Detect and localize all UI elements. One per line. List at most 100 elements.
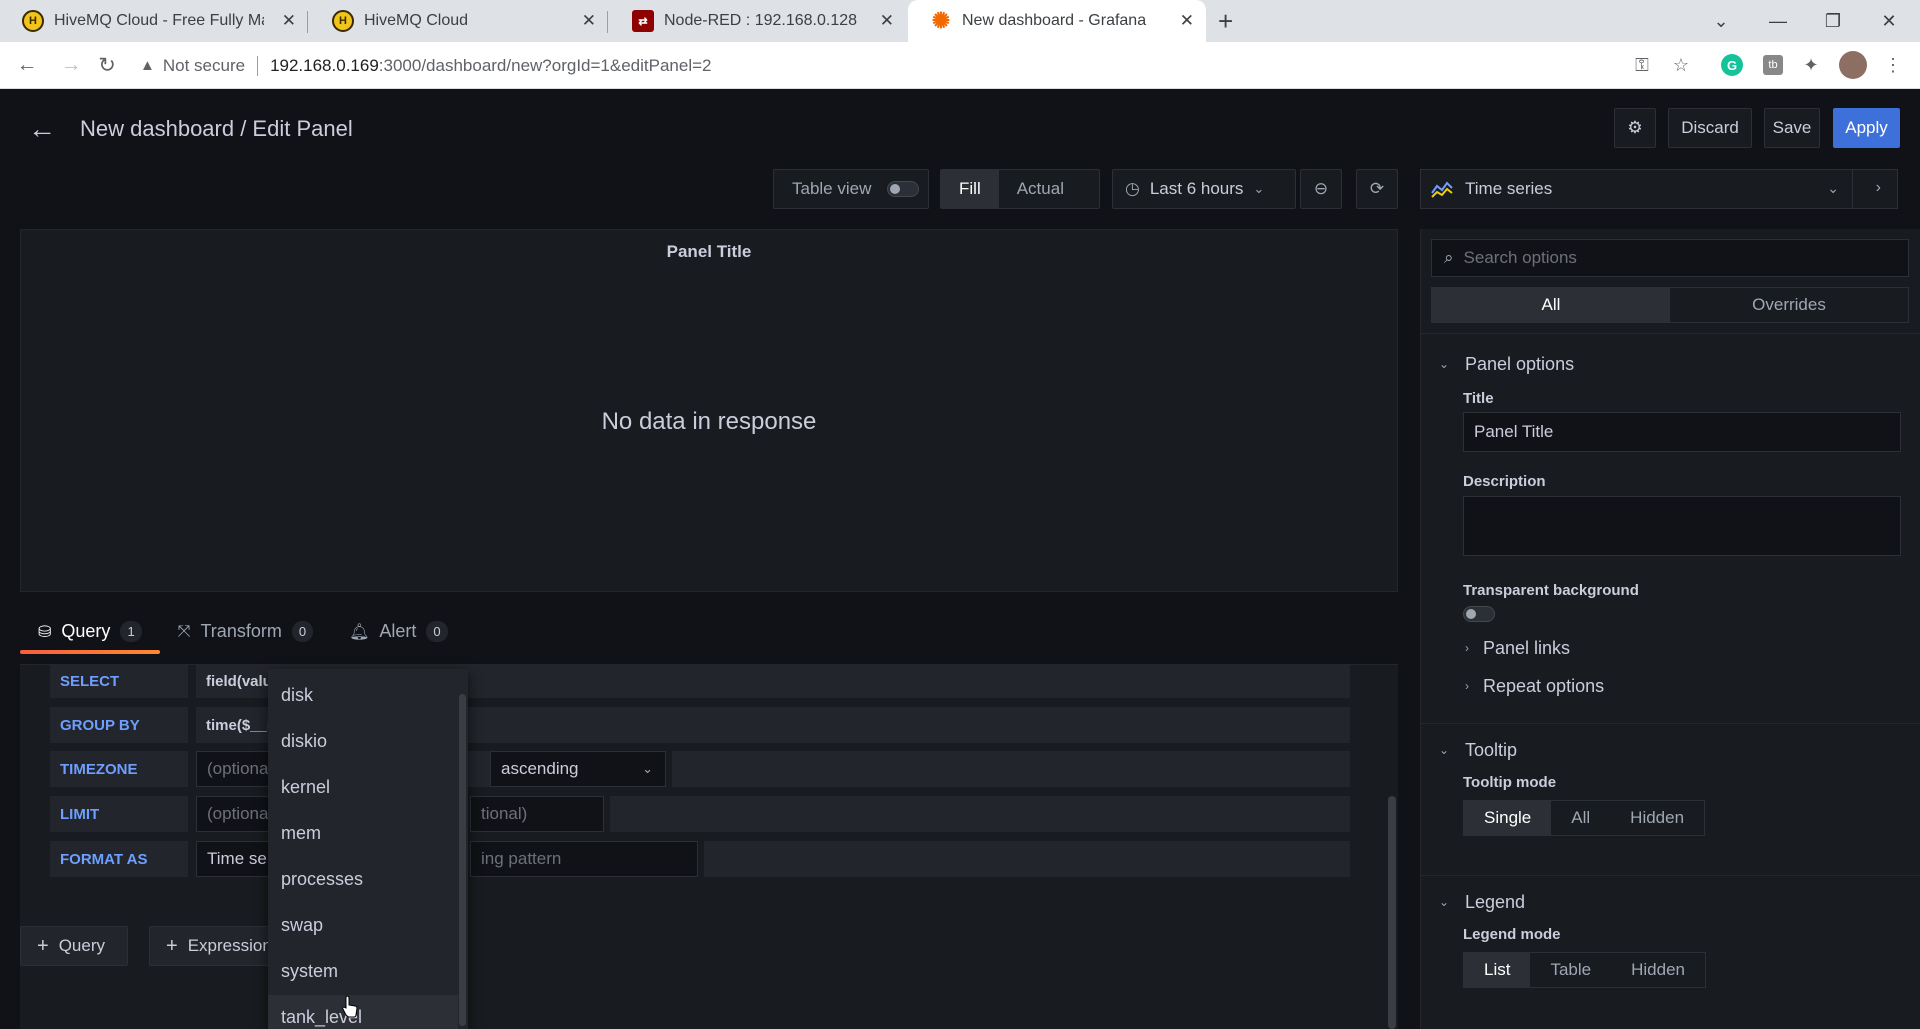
title-input[interactable]: Panel Title: [1463, 412, 1901, 452]
panel-options-header[interactable]: ⌄ Panel options: [1439, 346, 1574, 382]
restore-icon[interactable]: ❐: [1810, 0, 1856, 42]
legend-mode-table[interactable]: Table: [1530, 953, 1611, 987]
description-textarea[interactable]: [1463, 496, 1901, 556]
legend-header[interactable]: ⌄ Legend: [1439, 884, 1525, 920]
list-item[interactable]: swap: [268, 903, 458, 947]
list-item[interactable]: tank_level: [268, 995, 458, 1029]
zoom-out-icon: ⊖: [1313, 179, 1329, 198]
close-icon[interactable]: ✕: [880, 11, 894, 31]
chevron-down-icon: ⌄: [1439, 743, 1450, 757]
tooltip-mode-all[interactable]: All: [1551, 801, 1610, 835]
list-item[interactable]: diskio: [268, 719, 458, 763]
panel-links-header[interactable]: › Panel links: [1465, 632, 1570, 664]
tab-title: Node-RED : 192.168.0.128: [664, 12, 858, 29]
avatar[interactable]: [1839, 51, 1867, 79]
star-icon[interactable]: ☆: [1668, 52, 1694, 78]
close-icon[interactable]: ✕: [282, 11, 296, 31]
browser-tab-hivemq-free[interactable]: H HiveMQ Cloud - Free Fully Mana ✕: [0, 0, 308, 42]
page-title: New dashboard / Edit Panel: [80, 116, 353, 141]
list-item[interactable]: system: [268, 949, 458, 993]
browser-tab-hivemq[interactable]: H HiveMQ Cloud ✕: [310, 0, 608, 42]
legend-mode-list[interactable]: List: [1464, 953, 1531, 987]
new-tab-icon[interactable]: +: [1218, 6, 1233, 37]
list-item[interactable]: processes: [268, 857, 458, 901]
tooltip-mode-single[interactable]: Single: [1464, 801, 1552, 835]
chevron-right-icon: ›: [1465, 679, 1469, 693]
url-field[interactable]: ▲ Not secure 192.168.0.169 :3000/dashboa…: [140, 48, 1700, 83]
back-arrow-icon[interactable]: ←: [28, 113, 56, 145]
alias-input[interactable]: ing pattern: [470, 841, 698, 877]
tab-overrides[interactable]: Overrides: [1670, 288, 1908, 322]
tab-label: Transform: [200, 621, 282, 641]
puzzle-icon[interactable]: ✦: [1798, 52, 1824, 78]
tab-all[interactable]: All: [1432, 288, 1670, 322]
tab-count: 1: [120, 621, 142, 642]
search-options-input[interactable]: ⌕ Search options: [1431, 239, 1909, 277]
chevron-down-icon: ⌄: [1439, 357, 1450, 371]
repeat-options-header[interactable]: › Repeat options: [1465, 670, 1604, 702]
list-item[interactable]: kernel: [268, 765, 458, 809]
zoom-out-button[interactable]: ⊖: [1300, 169, 1342, 209]
browser-tab-node-red[interactable]: ⇄ Node-RED : 192.168.0.128 ✕: [610, 0, 906, 42]
window-close-icon[interactable]: ✕: [1866, 0, 1912, 42]
minimize-icon[interactable]: —: [1755, 0, 1801, 42]
key-icon[interactable]: ⚿: [1629, 52, 1655, 78]
table-view-toggle[interactable]: Table view: [773, 169, 929, 209]
browser-tab-grafana[interactable]: ✺ New dashboard - Grafana ✕: [908, 0, 1206, 42]
table-view-switch[interactable]: [887, 181, 920, 197]
title-label: Title: [1463, 390, 1494, 407]
tooltip-mode-hidden[interactable]: Hidden: [1610, 801, 1704, 835]
visualization-picker[interactable]: Time series ⌄ ›: [1420, 169, 1898, 209]
menu-icon[interactable]: ⋮: [1880, 52, 1906, 78]
actual-option[interactable]: Actual: [999, 170, 1082, 208]
chevron-right-icon[interactable]: ›: [1876, 179, 1881, 197]
panel-title[interactable]: Panel Title: [21, 242, 1397, 262]
forward-icon[interactable]: →: [56, 50, 86, 80]
query-editor-scrollbar[interactable]: [1388, 796, 1396, 1029]
add-query-button[interactable]: + Query: [20, 926, 128, 966]
database-icon: ⛁: [38, 623, 52, 641]
chevron-down-icon: ⌄: [1827, 180, 1839, 196]
not-secure-label: Not secure: [162, 55, 246, 75]
section-title: Repeat options: [1483, 675, 1605, 696]
limit-row: LIMIT (optiona tional): [50, 796, 1350, 832]
list-item[interactable]: mem: [268, 811, 458, 855]
add-expression-label: Expression: [187, 936, 272, 955]
extension-icon[interactable]: tb: [1763, 55, 1783, 75]
hivemq-icon: H: [332, 10, 354, 32]
chevron-down-icon: ⌄: [1439, 895, 1450, 909]
format-row: FORMAT AS Time se ing pattern: [50, 841, 1350, 877]
refresh-button[interactable]: ⟳: [1356, 169, 1398, 209]
tab-title: HiveMQ Cloud - Free Fully Mana: [54, 12, 264, 29]
plus-icon: +: [166, 934, 178, 957]
tab-query[interactable]: ⛁ Query 1: [20, 609, 160, 654]
dropdown-scrollbar[interactable]: [459, 694, 466, 1026]
legend-mode-hidden[interactable]: Hidden: [1611, 953, 1705, 987]
transparent-background-switch[interactable]: [1463, 606, 1495, 622]
fill-option[interactable]: Fill: [941, 170, 999, 208]
plus-icon: +: [37, 934, 49, 957]
all-overrides-tabs: All Overrides: [1431, 287, 1909, 323]
tab-search-icon[interactable]: ⌄: [1698, 0, 1744, 42]
tooltip-header[interactable]: ⌄ Tooltip: [1439, 732, 1517, 768]
tab-alert[interactable]: 🔔︎ Alert 0: [331, 609, 466, 654]
tab-label: Query: [61, 621, 111, 641]
section-title: Tooltip: [1465, 739, 1518, 760]
time-picker[interactable]: ◷ Last 6 hours ⌄: [1112, 169, 1296, 209]
tab-transform[interactable]: ⤧ Transform 0: [160, 609, 331, 654]
reload-icon[interactable]: ↻: [92, 50, 122, 80]
order-select[interactable]: ascending ⌄: [490, 751, 666, 787]
list-item[interactable]: disk: [268, 673, 458, 717]
close-icon[interactable]: ✕: [582, 11, 596, 31]
close-icon[interactable]: ✕: [1180, 11, 1194, 31]
tooltip-mode-label: Tooltip mode: [1463, 774, 1557, 791]
section-title: Legend: [1465, 891, 1526, 912]
chevron-right-icon: ›: [1465, 641, 1469, 655]
limit-label: LIMIT: [50, 796, 188, 832]
slimit-input[interactable]: tional): [470, 796, 604, 832]
back-icon[interactable]: ←: [12, 50, 42, 80]
grammarly-icon[interactable]: G: [1721, 54, 1743, 76]
tab-title: HiveMQ Cloud: [364, 12, 469, 29]
time-range-label: Last 6 hours: [1149, 179, 1244, 198]
pointer-cursor-icon: [342, 995, 358, 1018]
